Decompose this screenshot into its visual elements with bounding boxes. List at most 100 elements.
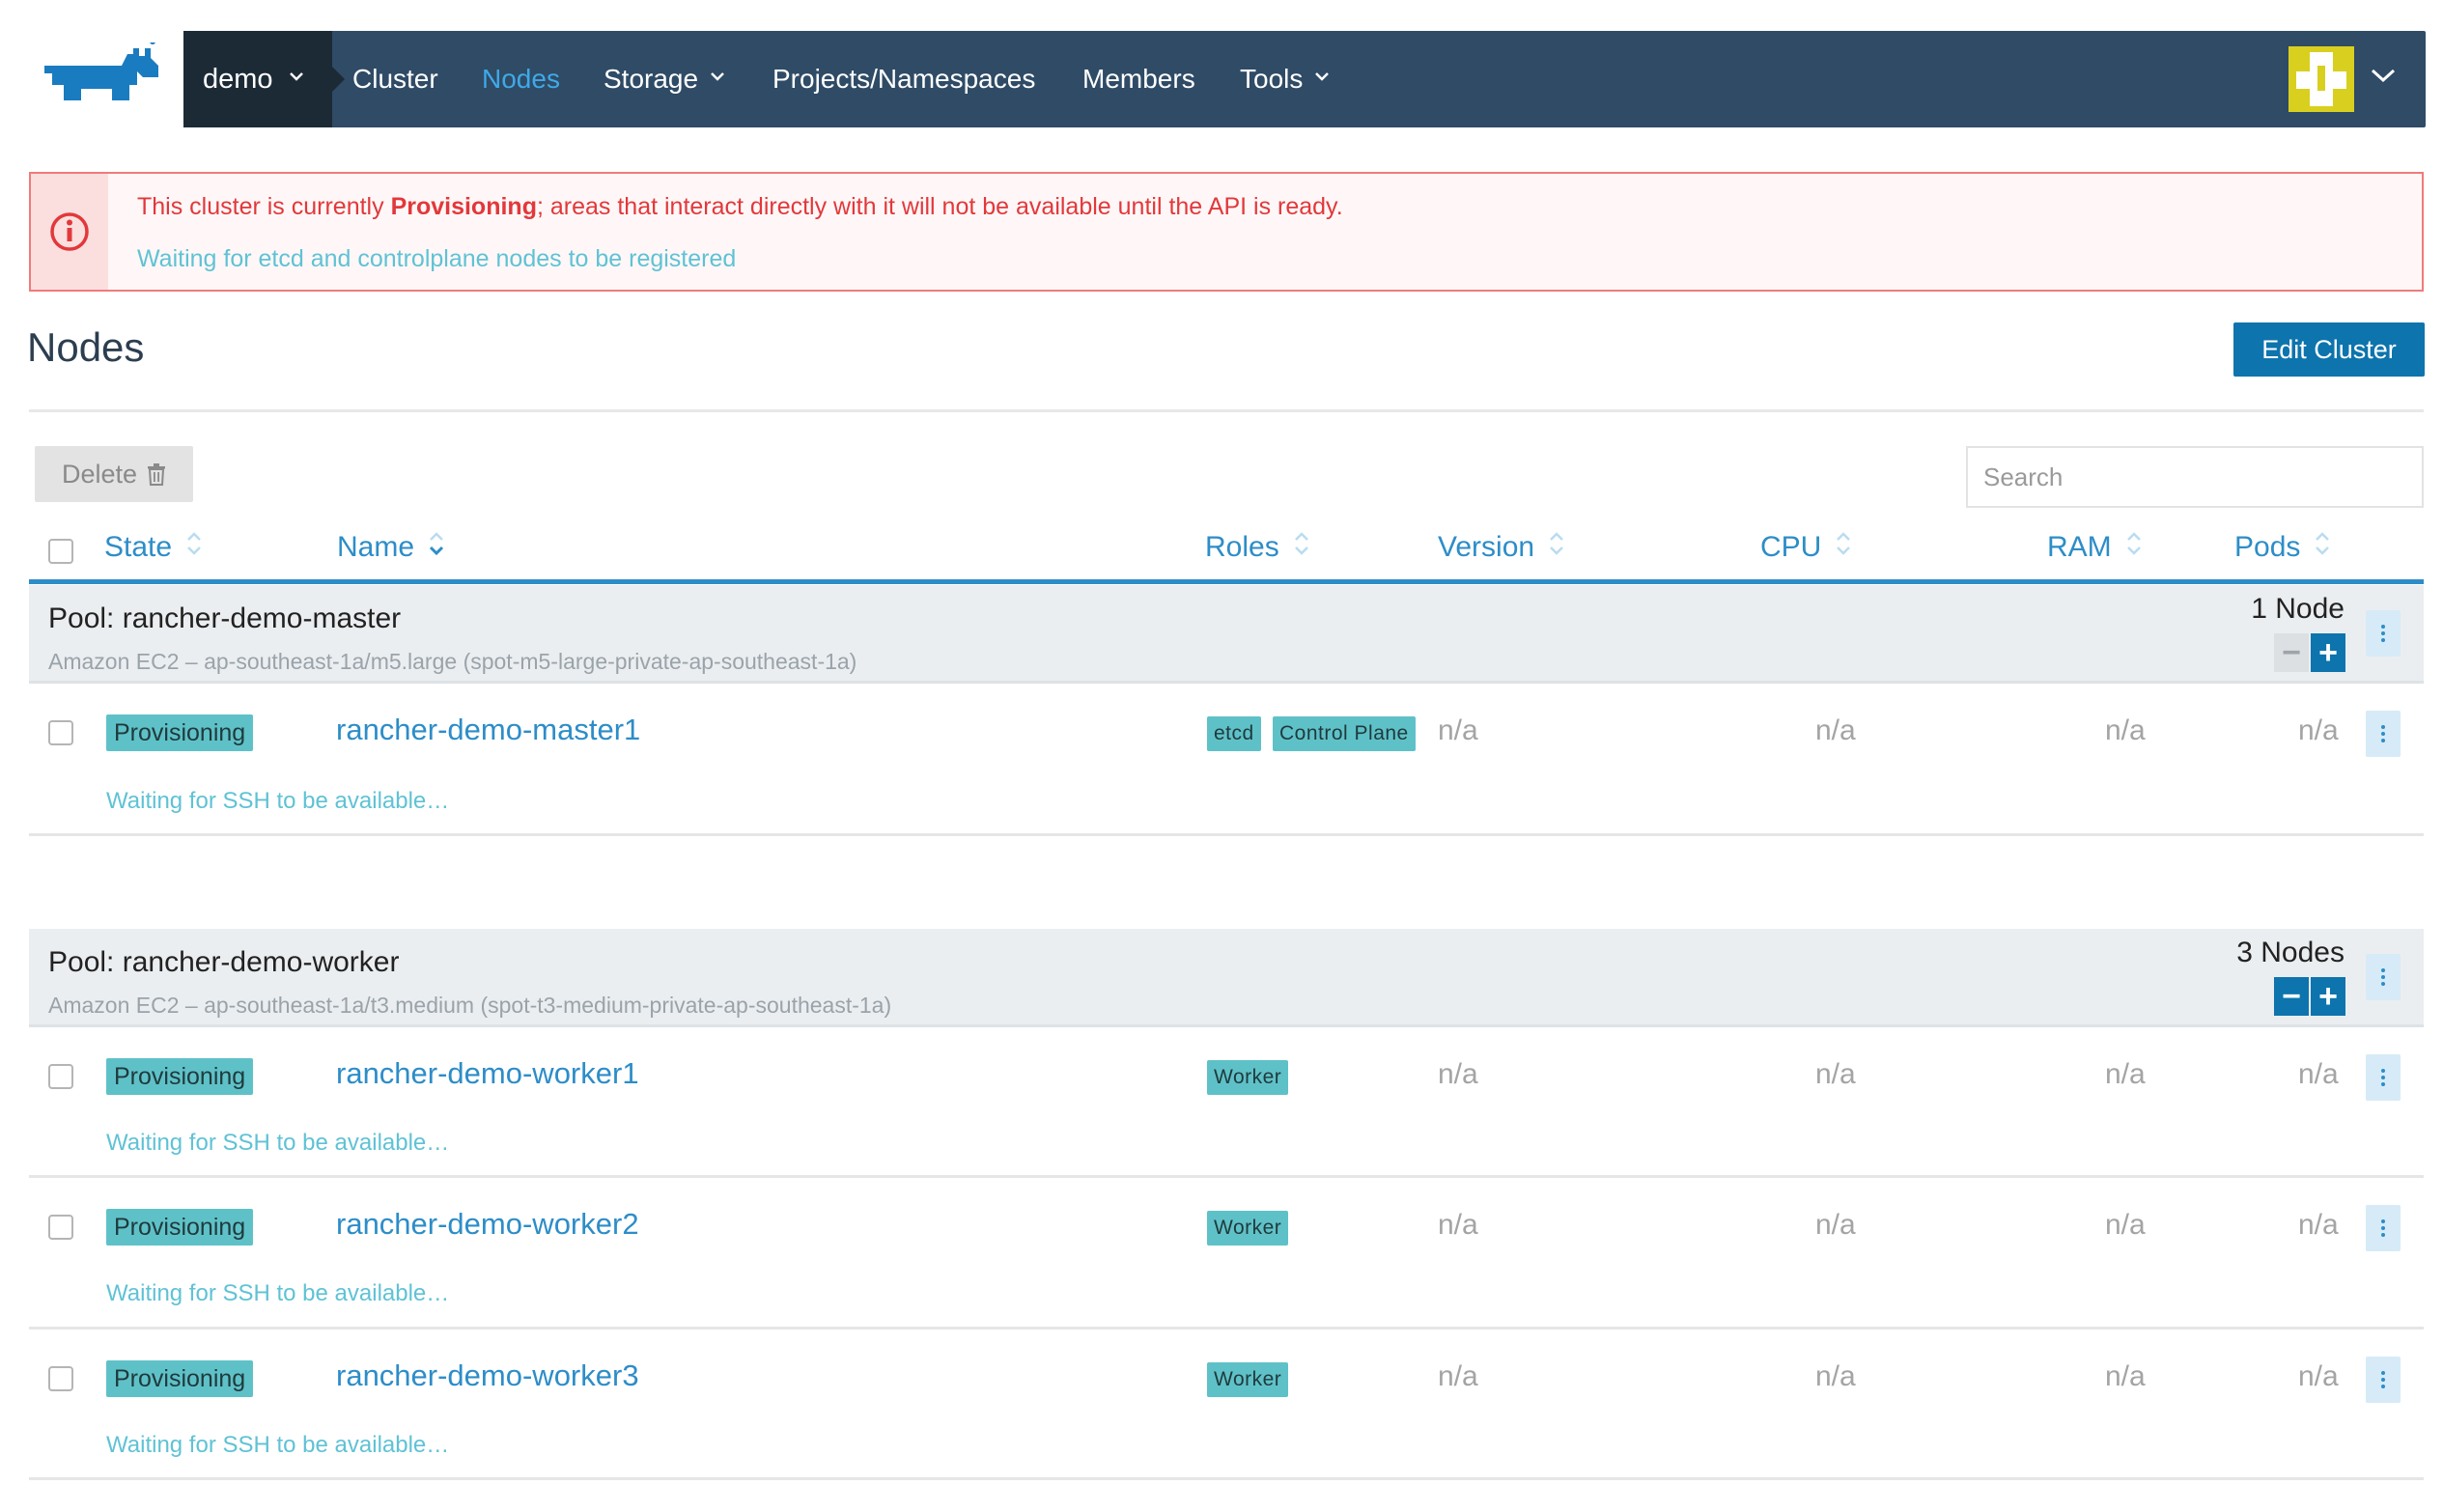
row-checkbox[interactable]	[48, 720, 73, 745]
pool-menu-button[interactable]	[2366, 954, 2401, 1000]
nav-tools[interactable]: Tools	[1240, 31, 1330, 127]
column-header-ram[interactable]: RAM	[2047, 529, 2143, 566]
node-version: n/a	[1438, 1058, 1478, 1090]
nav-members[interactable]: Members	[1082, 31, 1195, 127]
cluster-name: demo	[203, 63, 273, 95]
role-badge: Worker	[1207, 1060, 1289, 1095]
kebab-menu-icon	[2381, 1069, 2385, 1086]
edit-cluster-button[interactable]: Edit Cluster	[2233, 322, 2425, 377]
page-title: Nodes	[27, 324, 145, 370]
rancher-logo[interactable]	[27, 42, 164, 122]
node-menu-button[interactable]	[2366, 1205, 2401, 1251]
pool-menu-button[interactable]	[2366, 610, 2401, 657]
nav-storage[interactable]: Storage	[604, 31, 724, 127]
chevron-down-icon	[289, 70, 303, 84]
sort-arrows-icon	[1293, 529, 1310, 566]
node-menu-button[interactable]	[2366, 711, 2401, 757]
trash-icon	[148, 463, 166, 486]
role-badge: Control Plane	[1273, 716, 1416, 751]
node-cpu: n/a	[1815, 1058, 1856, 1090]
node-ram: n/a	[2105, 1360, 2146, 1392]
role-badge: Worker	[1207, 1362, 1289, 1397]
alert-detail: Waiting for etcd and controlplane nodes …	[137, 245, 737, 272]
kebab-menu-icon	[2381, 968, 2385, 986]
role-badge: Worker	[1207, 1211, 1289, 1246]
column-header-version[interactable]: Version	[1438, 529, 1565, 566]
node-name-link[interactable]: rancher-demo-worker2	[336, 1207, 639, 1242]
kebab-menu-icon	[2381, 625, 2385, 642]
node-name-link[interactable]: rancher-demo-worker3	[336, 1358, 639, 1393]
pool-description: Amazon EC2 – ap-southeast-1a/m5.large (s…	[48, 649, 857, 674]
alert-body: This cluster is currently Provisioning; …	[108, 174, 2422, 290]
scale-up-button[interactable]: +	[2311, 977, 2345, 1016]
state-badge: Provisioning	[106, 1209, 254, 1246]
table-row: Provisioning rancher-demo-worker3 Worker…	[29, 1330, 2424, 1480]
pool-node-count: 1 Node	[2251, 593, 2345, 625]
state-badge: Provisioning	[106, 714, 254, 751]
node-menu-button[interactable]	[2366, 1054, 2401, 1101]
delete-button[interactable]: Delete	[35, 446, 193, 502]
sort-arrows-icon	[1835, 529, 1852, 566]
column-header-pods[interactable]: Pods	[2234, 529, 2331, 566]
search-input[interactable]	[1966, 446, 2424, 508]
scale-down-button[interactable]: −	[2274, 977, 2309, 1016]
user-avatar[interactable]	[2289, 46, 2354, 112]
cluster-status-alert: This cluster is currently Provisioning; …	[29, 172, 2424, 292]
cluster-selector-arrow	[332, 67, 345, 92]
nav-cluster[interactable]: Cluster	[352, 31, 438, 127]
node-cpu: n/a	[1815, 714, 1856, 746]
sort-arrows-icon	[1548, 529, 1565, 566]
node-status-message: Waiting for SSH to be available…	[106, 1280, 450, 1306]
table-header-underline	[29, 579, 2424, 584]
info-circle-icon	[50, 212, 89, 251]
node-status-message: Waiting for SSH to be available…	[106, 1130, 450, 1156]
node-menu-button[interactable]	[2366, 1357, 2401, 1403]
kebab-menu-icon	[2381, 725, 2385, 742]
pool-description: Amazon EC2 – ap-southeast-1a/t3.medium (…	[48, 993, 892, 1018]
node-name-link[interactable]: rancher-demo-worker1	[336, 1056, 639, 1091]
pool-header: Pool: rancher-demo-master Amazon EC2 – a…	[29, 585, 2424, 684]
node-pods: n/a	[2298, 714, 2339, 746]
column-header-name[interactable]: Name	[337, 529, 445, 566]
node-version: n/a	[1438, 1360, 1478, 1392]
column-header-roles[interactable]: Roles	[1205, 529, 1310, 566]
sort-descending-icon	[428, 529, 445, 566]
row-checkbox[interactable]	[48, 1064, 73, 1089]
user-menu-chevron-icon[interactable]	[2370, 66, 2397, 90]
state-badge: Provisioning	[106, 1058, 254, 1095]
nav-nodes[interactable]: Nodes	[482, 31, 560, 127]
node-pods: n/a	[2298, 1360, 2339, 1392]
delete-label: Delete	[61, 459, 138, 489]
sort-arrows-icon	[2314, 529, 2331, 566]
pool-node-count: 3 Nodes	[2236, 937, 2345, 968]
node-version: n/a	[1438, 1209, 1478, 1241]
node-pods: n/a	[2298, 1209, 2339, 1241]
select-all-checkbox[interactable]	[48, 539, 73, 564]
table-row: Provisioning rancher-demo-master1 etcd C…	[29, 684, 2424, 836]
column-header-state[interactable]: State	[104, 529, 203, 566]
sort-arrows-icon	[185, 529, 203, 566]
row-checkbox[interactable]	[48, 1215, 73, 1240]
node-version: n/a	[1438, 714, 1478, 746]
node-status-message: Waiting for SSH to be available…	[106, 788, 450, 814]
header-divider	[29, 409, 2424, 412]
cluster-selector[interactable]: demo	[183, 31, 332, 127]
top-nav: demo Cluster Nodes Storage Projects/Name…	[183, 31, 2426, 127]
node-ram: n/a	[2105, 1058, 2146, 1090]
row-checkbox[interactable]	[48, 1366, 73, 1391]
table-row: Provisioning rancher-demo-worker1 Worker…	[29, 1027, 2424, 1178]
node-cpu: n/a	[1815, 1209, 1856, 1241]
pool-name: Pool: rancher-demo-worker	[48, 946, 400, 978]
nav-projects-namespaces[interactable]: Projects/Namespaces	[772, 31, 1035, 127]
kebab-menu-icon	[2381, 1371, 2385, 1388]
chevron-down-icon	[710, 70, 724, 84]
node-ram: n/a	[2105, 1209, 2146, 1241]
chevron-down-icon	[1314, 70, 1330, 84]
scale-down-button[interactable]: −	[2274, 633, 2309, 672]
scale-up-button[interactable]: +	[2311, 633, 2345, 672]
role-badge: etcd	[1207, 716, 1261, 751]
node-name-link[interactable]: rancher-demo-master1	[336, 713, 640, 747]
column-header-cpu[interactable]: CPU	[1760, 529, 1852, 566]
kebab-menu-icon	[2381, 1219, 2385, 1237]
node-status-message: Waiting for SSH to be available…	[106, 1432, 450, 1458]
